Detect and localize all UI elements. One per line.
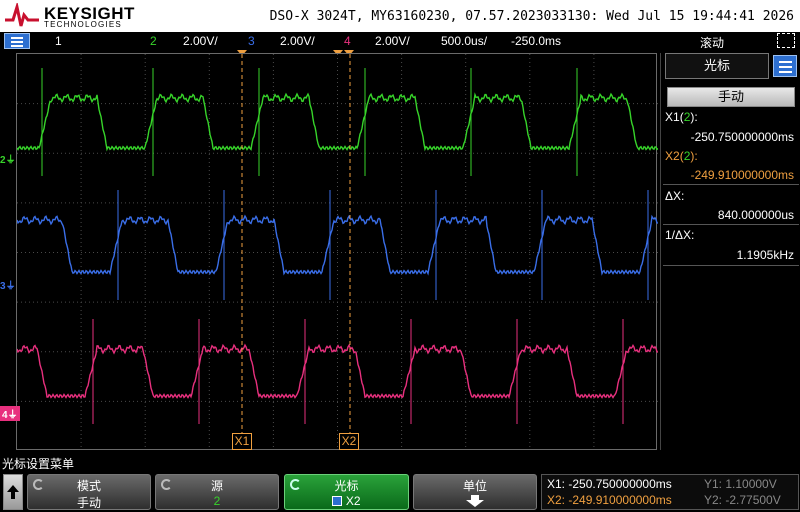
cursor-readout: X1: -250.750000000ms X2: -249.910000000m… [541, 474, 799, 510]
instrument-info: DSO-X 3024T, MY63160230, 07.57.202303313… [269, 9, 794, 24]
delta-x-label: ΔX: [665, 189, 685, 203]
ch3-scale: 2.00V/ [280, 34, 315, 48]
x2-source-label: X2(2): [665, 149, 698, 163]
ch1-label[interactable]: 1 [55, 34, 62, 48]
ground-icon: ⏚ [5, 281, 16, 292]
graticule-and-waveforms [17, 54, 658, 451]
x1-cursor-label[interactable]: X1 [232, 433, 252, 450]
timebase-scale[interactable]: 500.0us/ [441, 34, 487, 48]
delta-x-value: 840.000000us [717, 208, 794, 222]
panel-title: 光标 [665, 53, 769, 79]
selected-indicator-icon [332, 496, 343, 506]
down-arrow-icon [466, 495, 484, 507]
softkey-menu-title: 光标设置菜单 [2, 457, 75, 471]
ch4-scale: 2.00V/ [375, 34, 410, 48]
brand-subtitle: TECHNOLOGIES [44, 20, 122, 29]
divider [663, 224, 799, 225]
cursor-mode-button[interactable]: 手动 [667, 87, 795, 107]
ch2-ground-marker[interactable]: 2⏚ [0, 151, 16, 166]
ch2-label[interactable]: 2 [150, 34, 157, 48]
cursor-panel: 光标 手动 X1(2): -250.750000000ms X2(2): -24… [660, 53, 800, 450]
ch4-ground-marker[interactable]: 4⏚ [0, 406, 20, 421]
mode-softkey[interactable]: 模式 手动 [27, 474, 151, 510]
keysight-logo: KEYSIGHT TECHNOLOGIES [4, 1, 134, 29]
ch4-label[interactable]: 4 [344, 34, 351, 48]
units-softkey[interactable]: 单位 [413, 474, 537, 510]
readout-x2: X2: -249.910000000ms [547, 493, 672, 507]
keysight-wave-icon [5, 1, 39, 27]
timebase-delay[interactable]: -250.0ms [511, 34, 561, 48]
ch3-label[interactable]: 3 [248, 34, 255, 48]
ch4-waveform [17, 343, 658, 400]
zoom-select-icon[interactable] [777, 33, 795, 48]
back-button[interactable] [3, 474, 23, 510]
ground-icon: ⏚ [5, 155, 16, 166]
ch2-scale: 2.00V/ [183, 34, 218, 48]
x2-cursor-label[interactable]: X2 [339, 433, 359, 450]
divider [663, 265, 799, 266]
channel-status-bar: 1 2 2.00V/ 3 2.00V/ 4 2.00V/ 500.0us/ -2… [0, 32, 800, 50]
x1-value: -250.750000000ms [690, 130, 794, 144]
header-bar: KEYSIGHT TECHNOLOGIES DSO-X 3024T, MY631… [0, 0, 800, 32]
inv-delta-x-label: 1/ΔX: [665, 228, 695, 242]
readout-y2: Y2: -2.77500V [704, 493, 781, 507]
up-arrow-icon [7, 485, 19, 499]
ground-icon: ⏚ [7, 410, 18, 421]
cursor-softkey[interactable]: 光标 X2 [284, 474, 409, 510]
x2-value: -249.910000000ms [690, 168, 794, 182]
ch3-ground-marker[interactable]: 3⏚ [0, 277, 16, 292]
acquisition-mode: 滚动 [700, 36, 725, 50]
x1-source-label: X1(2): [665, 110, 698, 124]
main-menu-button[interactable] [4, 33, 30, 49]
panel-menu-button[interactable] [773, 55, 797, 77]
inv-delta-x-value: 1.1905kHz [736, 248, 794, 262]
ch3-waveform [17, 214, 658, 276]
readout-x1: X1: -250.750000000ms [547, 477, 672, 491]
readout-y1: Y1: 1.10000V [704, 477, 777, 491]
source-softkey[interactable]: 源 2 [155, 474, 279, 510]
waveform-display[interactable] [16, 53, 658, 451]
divider [663, 184, 799, 185]
